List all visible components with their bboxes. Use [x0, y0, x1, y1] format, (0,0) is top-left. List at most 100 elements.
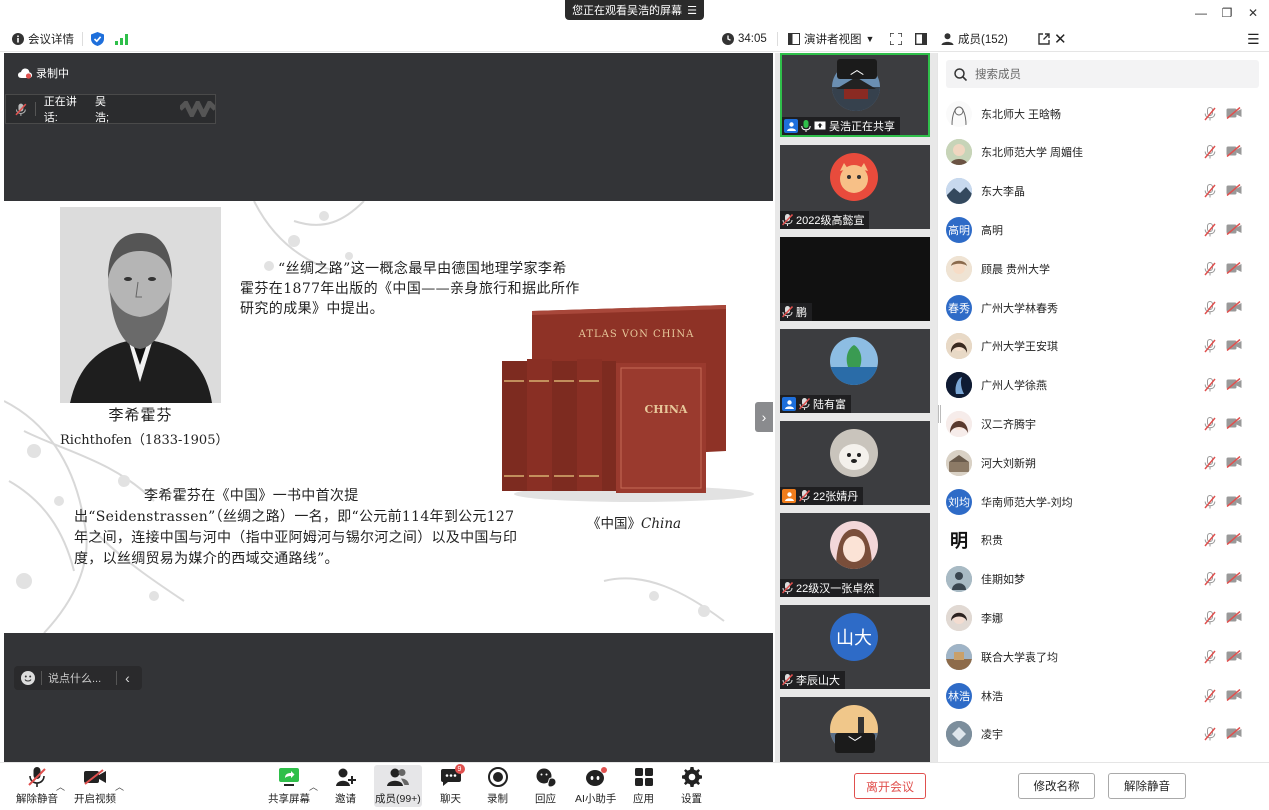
chat-button[interactable]: 9 聊天	[440, 764, 465, 806]
close-window-button[interactable]: ✕	[1243, 4, 1263, 22]
fullscreen-icon	[890, 33, 902, 45]
mic-muted-icon[interactable]	[1204, 572, 1216, 586]
member-row[interactable]: 联合大学袁了均	[946, 637, 1256, 676]
mic-muted-icon[interactable]	[1204, 494, 1216, 509]
camera-off-icon[interactable]	[1226, 222, 1242, 235]
member-row[interactable]: 广州大学王安琪	[946, 327, 1256, 366]
mic-muted-icon[interactable]	[1204, 533, 1216, 547]
scroll-up-chevron-icon[interactable]: ︿	[837, 59, 877, 79]
member-row[interactable]: 佳期如梦	[946, 560, 1256, 599]
member-row[interactable]: 李娜	[946, 598, 1256, 637]
invite-button[interactable]: 邀请	[335, 766, 356, 806]
camera-off-icon[interactable]	[1226, 533, 1242, 546]
mic-muted-icon[interactable]	[1204, 455, 1216, 470]
reactions-button[interactable]: 回应	[535, 766, 556, 806]
camera-off-icon[interactable]	[1226, 261, 1242, 274]
video-tile[interactable]: 22级汉一张卓然	[780, 513, 930, 597]
members-tab[interactable]: 成员(152)	[941, 26, 1008, 52]
minimize-button[interactable]: —	[1191, 4, 1211, 22]
start-video-button[interactable]: 开启视频	[74, 766, 116, 806]
mic-muted-icon[interactable]	[1204, 416, 1216, 431]
security-shield-icon[interactable]	[91, 26, 104, 52]
member-row[interactable]: 东大李晶	[946, 172, 1256, 211]
member-row[interactable]: 东北师范大学 周媚佳	[946, 133, 1256, 172]
video-tile[interactable]: ﹀	[780, 697, 930, 762]
video-tile[interactable]: 鹏	[780, 237, 930, 321]
apps-button[interactable]: 应用	[633, 766, 654, 806]
unmute-all-button[interactable]: 解除静音	[1108, 773, 1186, 799]
meeting-details-button[interactable]: 会议详情	[12, 26, 74, 52]
share-screen-button[interactable]: 共享屏幕	[268, 766, 310, 806]
camera-off-icon[interactable]	[1226, 339, 1242, 352]
member-row[interactable]: 广州人学徐燕	[946, 366, 1256, 405]
member-row[interactable]: 高明 高明	[946, 210, 1256, 249]
member-row[interactable]: 河大刘新朔	[946, 443, 1256, 482]
network-signal-icon[interactable]	[115, 26, 128, 52]
panel-resize-handle[interactable]	[938, 405, 941, 423]
chevron-left-icon[interactable]: ‹	[125, 670, 130, 686]
chat-input-box[interactable]: 说点什么... ‹	[14, 666, 142, 690]
members-button[interactable]: 成员(99+)	[375, 766, 421, 806]
mic-muted-icon[interactable]	[1204, 727, 1216, 741]
mic-muted-icon[interactable]	[1204, 339, 1216, 353]
member-row[interactable]: 顾晨 贵州大学	[946, 249, 1256, 288]
member-search-input[interactable]: 搜索成员	[946, 60, 1259, 88]
video-tile[interactable]: ︿ 吴浩正在共享	[780, 53, 930, 137]
person-icon	[941, 33, 954, 45]
mic-muted-icon[interactable]	[1204, 261, 1216, 276]
unmute-button[interactable]: 解除静音	[16, 766, 58, 806]
mic-muted-icon[interactable]	[1204, 300, 1216, 315]
camera-off-icon[interactable]	[1226, 184, 1242, 197]
record-button[interactable]: 录制	[487, 766, 508, 806]
camera-off-icon[interactable]	[1226, 416, 1242, 429]
mic-muted-icon[interactable]	[1204, 378, 1216, 392]
scroll-down-chevron-icon[interactable]: ﹀	[835, 733, 875, 753]
camera-off-icon[interactable]	[1226, 649, 1242, 662]
member-row[interactable]: 刘均 华南师范大学-刘均	[946, 482, 1256, 521]
camera-off-icon[interactable]	[1226, 455, 1242, 468]
close-panel-button[interactable]: ✕	[1054, 26, 1067, 52]
more-menu-button[interactable]: ☰	[1247, 26, 1260, 52]
mic-muted-icon[interactable]	[1204, 222, 1216, 237]
recording-indicator[interactable]: 录制中	[18, 65, 69, 81]
member-row[interactable]: 明积贵	[946, 521, 1256, 560]
video-options-caret[interactable]: ︿	[115, 780, 124, 793]
collapse-video-panel-button[interactable]: ›	[755, 402, 773, 432]
mic-muted-icon[interactable]	[1204, 106, 1216, 121]
member-row[interactable]: 汉二齐腾宇	[946, 404, 1256, 443]
member-row[interactable]: 春秀 广州大学林春秀	[946, 288, 1256, 327]
mic-muted-icon[interactable]	[1204, 610, 1216, 625]
member-row[interactable]: 凌宇	[946, 715, 1256, 754]
mic-muted-icon[interactable]	[1204, 688, 1216, 703]
share-options-caret[interactable]: ︿	[309, 780, 318, 793]
ai-assistant-button[interactable]: AI小助手	[575, 766, 616, 806]
fullscreen-button[interactable]	[890, 26, 902, 52]
camera-off-icon[interactable]	[1226, 106, 1242, 119]
camera-off-icon[interactable]	[1226, 300, 1242, 313]
audio-options-caret[interactable]: ︿	[56, 780, 65, 793]
member-row[interactable]: 东北师大 王晗畅	[946, 94, 1256, 133]
settings-button[interactable]: 设置	[681, 766, 702, 806]
mic-muted-icon[interactable]	[1204, 145, 1216, 159]
camera-off-icon[interactable]	[1226, 572, 1242, 585]
view-mode-dropdown[interactable]: 演讲者视图 ▼	[788, 26, 874, 52]
video-tile[interactable]: 22张婧丹	[780, 421, 930, 505]
leave-meeting-button[interactable]: 离开会议	[854, 773, 926, 799]
layout-toggle-button[interactable]	[915, 26, 927, 52]
video-tile[interactable]: 陆有富	[780, 329, 930, 413]
video-tile[interactable]: 2022级高懿宣	[780, 145, 930, 229]
camera-off-icon[interactable]	[1226, 494, 1242, 507]
mic-muted-icon[interactable]	[1204, 184, 1216, 198]
member-row[interactable]: 林浩 林浩	[946, 676, 1256, 715]
camera-off-icon[interactable]	[1226, 378, 1242, 391]
maximize-button[interactable]: ❐	[1217, 4, 1237, 22]
mic-muted-icon[interactable]	[1204, 649, 1216, 664]
camera-off-icon[interactable]	[1226, 688, 1242, 701]
camera-off-icon[interactable]	[1226, 727, 1242, 740]
camera-off-icon[interactable]	[1226, 610, 1242, 623]
video-tile[interactable]: 山大 李辰山大	[780, 605, 930, 689]
popout-panel-button[interactable]	[1038, 26, 1050, 52]
rename-button[interactable]: 修改名称	[1018, 773, 1095, 799]
share-notice[interactable]: 您正在观看吴浩的屏幕 ☰	[565, 0, 704, 20]
camera-off-icon[interactable]	[1226, 145, 1242, 158]
